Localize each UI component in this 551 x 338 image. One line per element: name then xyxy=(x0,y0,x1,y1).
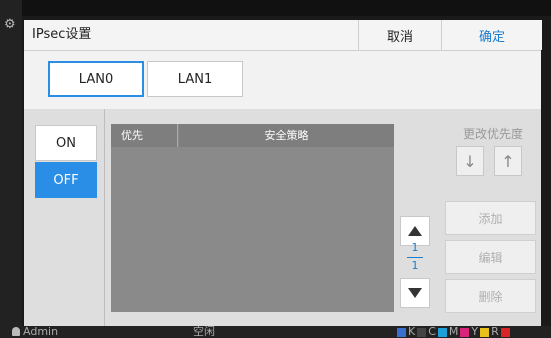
arrow-down-icon: ↓ xyxy=(463,151,477,171)
ink-swatch-y xyxy=(480,327,490,337)
triangle-up-icon xyxy=(408,226,422,236)
ink-label-c: C xyxy=(428,325,436,338)
ok-button[interactable]: 确定 xyxy=(441,20,542,50)
page-current: 1 xyxy=(411,241,419,254)
ink-label-y: Y xyxy=(471,325,479,338)
user-icon xyxy=(12,327,20,336)
ink-swatch-c xyxy=(437,327,447,337)
status-user: Admin xyxy=(12,326,58,338)
ink-label-k: K xyxy=(408,325,416,338)
on-toggle-button[interactable]: ON xyxy=(35,125,97,161)
toggle-column: ON OFF xyxy=(24,109,105,332)
gear-icon: ⚙ xyxy=(4,17,16,32)
column-header-policy: 安全策略 xyxy=(179,124,394,147)
tab-lan0[interactable]: LAN0 xyxy=(48,61,144,97)
ipsec-dialog: IPsec设置 取消 确定 LAN0 LAN1 ON OFF 优先 安全策略 更… xyxy=(24,20,542,332)
ink-label-m: M xyxy=(448,325,459,338)
status-state: 空闲 xyxy=(193,325,215,338)
arrow-up-icon: ↑ xyxy=(501,151,515,171)
background-left-bar xyxy=(0,0,22,338)
add-button[interactable]: 添加 xyxy=(445,201,536,235)
ink-status-icon xyxy=(397,327,406,337)
ink-swatch-k xyxy=(417,327,427,337)
off-toggle-button[interactable]: OFF xyxy=(35,162,97,198)
table-body[interactable] xyxy=(111,147,394,312)
page-down-button[interactable] xyxy=(400,278,430,308)
status-user-name: Admin xyxy=(23,325,59,338)
lan-tabs: LAN0 LAN1 xyxy=(24,51,541,109)
ink-swatch-m xyxy=(460,327,470,337)
dialog-title: IPsec设置 xyxy=(32,27,92,42)
cancel-button[interactable]: 取消 xyxy=(358,20,441,50)
content-panel: ON OFF 优先 安全策略 更改优先度 ↓ ↑ 1 1 添加 编辑 删除 xyxy=(24,109,541,332)
ink-levels: K C M Y R xyxy=(397,326,510,338)
ink-swatch-r xyxy=(500,327,510,337)
priority-down-button[interactable]: ↓ xyxy=(456,146,484,176)
edit-button[interactable]: 编辑 xyxy=(445,240,536,274)
ink-label-r: R xyxy=(491,325,499,338)
background-top-bar xyxy=(0,0,551,16)
triangle-down-icon xyxy=(408,288,422,298)
change-priority-label: 更改优先度 xyxy=(462,127,523,141)
dialog-titlebar: IPsec设置 取消 确定 xyxy=(24,20,542,51)
policy-table: 优先 安全策略 xyxy=(111,124,394,312)
page-total: 1 xyxy=(411,259,419,272)
status-bar: Admin 空闲 K C M Y R xyxy=(0,326,551,338)
column-header-priority: 优先 xyxy=(111,124,178,147)
tab-lan1[interactable]: LAN1 xyxy=(147,61,243,97)
delete-button[interactable]: 删除 xyxy=(445,279,536,313)
priority-up-button[interactable]: ↑ xyxy=(494,146,522,176)
page-divider xyxy=(407,257,423,258)
